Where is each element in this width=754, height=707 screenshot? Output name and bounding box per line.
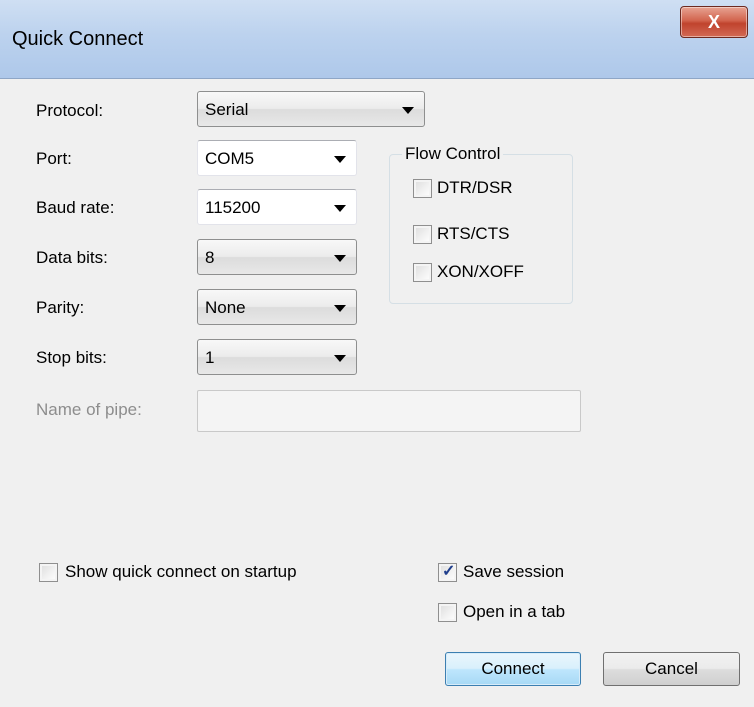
title-bar[interactable]: Quick Connect X	[0, 0, 754, 79]
xon-xoff-checkbox[interactable]	[413, 263, 432, 282]
port-value: COM5	[205, 149, 255, 168]
rts-cts-label[interactable]: RTS/CTS	[437, 224, 509, 244]
window-title: Quick Connect	[12, 28, 144, 50]
connect-button[interactable]: Connect	[445, 652, 581, 686]
chevron-down-icon	[334, 205, 346, 212]
chevron-down-icon	[334, 305, 346, 312]
check-icon: ✓	[442, 563, 456, 580]
name-of-pipe-label: Name of pipe:	[36, 400, 142, 419]
stop-bits-select[interactable]: 1	[197, 339, 357, 375]
show-on-startup-checkbox[interactable]	[39, 563, 58, 582]
close-icon: X	[707, 11, 720, 32]
name-of-pipe-input	[197, 390, 581, 432]
baud-rate-select[interactable]: 115200	[197, 189, 357, 225]
xon-xoff-label[interactable]: XON/XOFF	[437, 262, 524, 282]
parity-label: Parity:	[36, 298, 85, 317]
protocol-value: Serial	[205, 100, 249, 119]
chevron-down-icon	[402, 107, 414, 114]
port-select[interactable]: COM5	[197, 140, 357, 176]
quick-connect-dialog: Quick Connect X Protocol: Port: Baud rat…	[0, 0, 754, 707]
dtr-dsr-label[interactable]: DTR/DSR	[437, 178, 513, 198]
protocol-select[interactable]: Serial	[197, 91, 425, 127]
save-session-label[interactable]: Save session	[463, 562, 564, 582]
show-on-startup-label[interactable]: Show quick connect on startup	[65, 562, 297, 582]
baud-rate-value: 115200	[205, 198, 261, 217]
chevron-down-icon	[334, 355, 346, 362]
stop-bits-label: Stop bits:	[36, 348, 107, 367]
chevron-down-icon	[334, 255, 346, 262]
data-bits-label: Data bits:	[36, 248, 108, 267]
close-button[interactable]: X	[680, 6, 748, 38]
parity-value: None	[205, 298, 246, 317]
chevron-down-icon	[334, 156, 346, 163]
open-in-tab-label[interactable]: Open in a tab	[463, 602, 565, 622]
dtr-dsr-checkbox[interactable]	[413, 179, 432, 198]
parity-select[interactable]: None	[197, 289, 357, 325]
port-label: Port:	[36, 149, 72, 168]
cancel-button[interactable]: Cancel	[603, 652, 740, 686]
rts-cts-checkbox[interactable]	[413, 225, 432, 244]
open-in-tab-checkbox[interactable]	[438, 603, 457, 622]
flow-control-legend: Flow Control	[402, 144, 504, 164]
stop-bits-value: 1	[205, 348, 215, 367]
data-bits-value: 8	[205, 248, 215, 267]
baud-rate-label: Baud rate:	[36, 198, 115, 217]
data-bits-select[interactable]: 8	[197, 239, 357, 275]
save-session-checkbox[interactable]: ✓	[438, 563, 457, 582]
protocol-label: Protocol:	[36, 101, 104, 120]
